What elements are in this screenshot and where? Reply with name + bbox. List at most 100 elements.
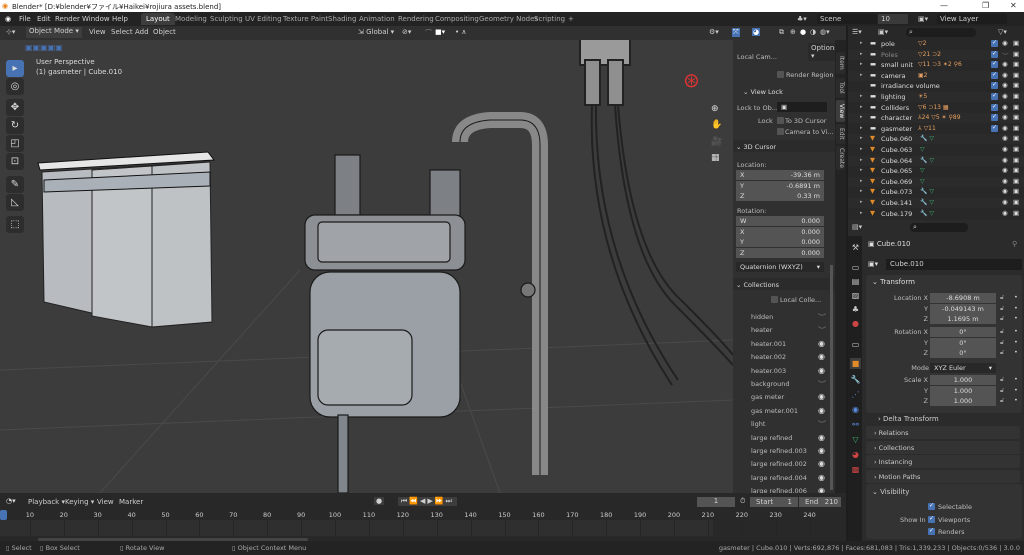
keyframe-dot-icon[interactable]: • — [1014, 293, 1018, 301]
viewports-checkbox[interactable] — [928, 515, 935, 523]
render-camera-icon[interactable]: ▣ — [1013, 156, 1019, 164]
eye-closed-icon[interactable]: ︶ — [818, 379, 826, 390]
lock-icon[interactable]: 🔓︎ — [1000, 348, 1004, 357]
scale-field[interactable]: 1.000 — [930, 396, 996, 406]
lock-icon[interactable]: 🔓︎ — [1000, 338, 1004, 347]
eye-icon[interactable]: ◉ — [1002, 39, 1008, 47]
outliner-search-input[interactable]: ⌕ — [906, 28, 976, 37]
menu-window[interactable]: Window — [82, 15, 110, 23]
render-camera-icon[interactable]: ▣ — [1013, 113, 1019, 121]
collection-item[interactable]: large refined.003 — [751, 447, 807, 455]
navigation-gizmo[interactable]: ⊛ — [683, 68, 700, 92]
rotation-mode-select[interactable]: XYZ Euler ▾ — [930, 363, 996, 373]
view-layer-field[interactable]: View Layer — [937, 14, 1007, 24]
scale-tool[interactable]: ◰ — [6, 135, 24, 152]
render-tab-icon[interactable]: ▭ — [850, 262, 861, 273]
expand-arrow-icon[interactable]: ▸ — [860, 40, 863, 46]
menu-edit[interactable]: Edit — [37, 15, 51, 23]
eye-icon[interactable]: ◉ — [1002, 177, 1008, 185]
lock-to-3d-cursor-checkbox[interactable] — [777, 117, 784, 124]
lock-icon[interactable]: 🔓︎ — [1000, 396, 1004, 405]
exclude-checkbox[interactable] — [991, 92, 998, 100]
expand-arrow-icon[interactable]: ▸ — [860, 72, 863, 78]
eye-icon[interactable]: ◉ — [1002, 113, 1008, 121]
scene-icon[interactable]: ♣▾ — [797, 15, 807, 23]
eye-icon[interactable]: ◉ — [1002, 92, 1008, 100]
gizmo-toggle-icon[interactable]: ⤧ — [732, 28, 740, 37]
playhead[interactable] — [0, 510, 7, 520]
keyframe-dot-icon[interactable]: • — [1014, 375, 1018, 383]
visibility-icon[interactable]: ⚙▾ — [709, 28, 719, 36]
exclude-checkbox[interactable] — [991, 50, 998, 58]
selectable-checkbox[interactable] — [928, 502, 935, 510]
eye-icon[interactable]: ◉ — [1002, 166, 1008, 174]
cursor-location-y-field[interactable]: Y -0.6891 m — [736, 180, 824, 191]
select-box-tool[interactable]: ▸ — [6, 60, 24, 77]
menu-object[interactable]: Object — [153, 28, 176, 36]
eye-icon[interactable]: ◉ — [818, 392, 825, 401]
lock-icon[interactable]: 🔓︎ — [1000, 327, 1004, 336]
material-tab-icon[interactable]: ◕ — [850, 449, 861, 460]
transform-header[interactable]: ⌄ Transform — [872, 278, 915, 286]
lock-to-object-field[interactable]: ▣ — [777, 102, 827, 112]
close-button[interactable]: ✕ — [1010, 1, 1017, 10]
rotation-field[interactable]: 0° — [930, 337, 996, 348]
lock-icon[interactable]: 🔓︎ — [1000, 375, 1004, 384]
start-frame-field[interactable]: Start 1 — [750, 497, 798, 507]
auto-keying-button[interactable]: ● — [374, 497, 385, 505]
render-camera-icon[interactable]: ▣ — [1013, 60, 1019, 68]
lock-icon[interactable]: 🔓︎ — [1000, 314, 1004, 323]
outliner-row[interactable]: ▸ ▬ pole ▽2 ◉ ▣ — [848, 39, 1024, 49]
outliner-row[interactable]: ▸ ▼ Cube.063 ▽ ◉ ▣ — [848, 145, 1024, 155]
eye-icon[interactable]: ◉ — [818, 473, 825, 482]
collection-item[interactable]: heater — [751, 326, 772, 334]
xray-icon[interactable]: ⧉ — [779, 28, 784, 37]
expand-arrow-icon[interactable]: ▸ — [860, 125, 863, 131]
orientation-dropdown[interactable]: ⇲ Global ▾ — [358, 28, 394, 36]
render-camera-icon[interactable]: ▣ — [1013, 145, 1019, 153]
snap-icon[interactable]: ⌒ — [425, 28, 432, 38]
wireframe-shading-icon[interactable]: ⊕ — [790, 28, 796, 36]
particles-tab-icon[interactable]: ⋰ — [850, 389, 861, 400]
eye-icon[interactable]: ◉ — [818, 366, 825, 375]
collection-item[interactable]: light — [751, 420, 765, 428]
filter-icon[interactable]: ▽▾ — [998, 28, 1007, 36]
proportional-edit-icon[interactable]: • ∧ — [455, 28, 466, 36]
texture-tab-icon[interactable]: ▩ — [850, 464, 861, 475]
visibility-header[interactable]: ⌄ Visibility — [872, 488, 909, 496]
display-mode-icon[interactable]: ▣▾ — [878, 28, 888, 36]
render-camera-icon[interactable]: ▣ — [1013, 81, 1019, 89]
npanel-scrollbar[interactable] — [830, 265, 833, 490]
menu-view[interactable]: View — [89, 28, 106, 36]
move-tool[interactable]: ✥ — [6, 99, 24, 116]
eye-icon[interactable]: ◉ — [818, 352, 825, 361]
scale-field[interactable]: 1.000 — [930, 375, 996, 385]
section-instancing[interactable]: › Instancing — [866, 455, 1020, 468]
exclude-checkbox[interactable] — [991, 113, 998, 122]
eye-icon[interactable]: ◉ — [1002, 209, 1008, 217]
ortho-toggle-icon[interactable]: ▦ — [711, 153, 720, 163]
menu-select[interactable]: Select — [111, 28, 133, 36]
render-camera-icon[interactable]: ▣ — [1013, 166, 1019, 174]
render-camera-icon[interactable]: ▣ — [1013, 103, 1019, 111]
eye-icon[interactable]: ◉ — [818, 459, 825, 468]
scale-field[interactable]: 1.000 — [930, 385, 996, 396]
exclude-checkbox[interactable] — [991, 103, 998, 111]
eye-icon[interactable]: ◉ — [818, 433, 825, 442]
marker-menu[interactable]: Marker — [119, 498, 143, 506]
keyframe-dot-icon[interactable]: • — [1014, 396, 1018, 404]
renders-checkbox[interactable] — [928, 527, 935, 535]
eye-icon[interactable]: ◉ — [1002, 60, 1008, 68]
outliner-row[interactable]: ▸ ▼ Cube.073 🔧 ▽ ◉ ▣ — [848, 187, 1024, 197]
snap-target-icon[interactable]: ■▾ — [435, 28, 445, 36]
eye-icon[interactable]: ◉ — [1002, 145, 1008, 153]
menu-help[interactable]: Help — [112, 15, 128, 23]
collection-tab-icon[interactable]: ▭ — [850, 339, 861, 350]
collection-item[interactable]: gas meter.001 — [751, 407, 798, 415]
scene-tab-icon[interactable]: ♣ — [850, 304, 861, 315]
minimize-button[interactable]: — — [940, 1, 948, 10]
eye-icon[interactable]: ◉ — [818, 339, 825, 348]
pin-icon[interactable]: ⚲ — [1012, 240, 1017, 248]
expand-arrow-icon[interactable]: ▸ — [860, 135, 863, 141]
render-camera-icon[interactable]: ▣ — [1013, 124, 1019, 132]
